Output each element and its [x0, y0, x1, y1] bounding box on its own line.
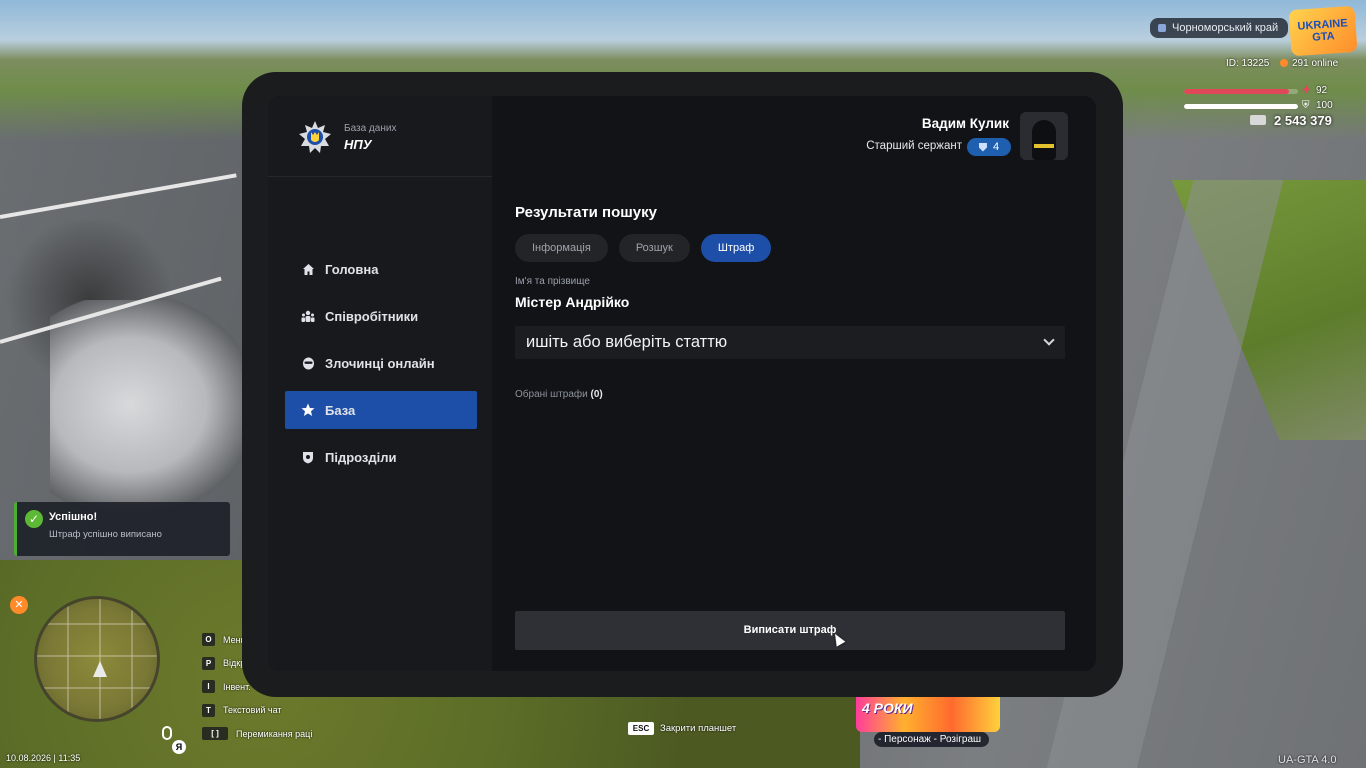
armor-value: 100: [1316, 100, 1333, 111]
selected-fines-count: (0): [590, 389, 603, 400]
sidebar: База даних НПУ Головна Співробітники Зло…: [268, 96, 492, 671]
esc-label: Закрити планшет: [660, 723, 737, 734]
key-cap: O: [202, 633, 215, 647]
logo-line2: GTA: [1311, 30, 1336, 44]
key-label: Інвент.: [223, 681, 251, 692]
health-value: 92: [1316, 85, 1328, 96]
sidebar-item-employees[interactable]: Співробітники: [285, 297, 477, 335]
article-select[interactable]: ишіть або виберіть статтю: [515, 326, 1065, 359]
brand-title: НПУ: [344, 136, 372, 152]
tab-bar: Інформація Розшук Штраф: [515, 234, 782, 262]
keybind-row: T Текстовий чат: [202, 699, 312, 723]
player-id: ID: 13225: [1226, 58, 1270, 69]
user-name: Вадим Кулик: [921, 116, 1009, 131]
sidebar-item-criminals[interactable]: Злочинці онлайн: [285, 344, 477, 382]
check-icon: ✓: [25, 510, 43, 528]
star-icon: [301, 403, 315, 417]
selected-fines-label: Обрані штрафи: [515, 389, 588, 400]
rank-badge: 4: [967, 138, 1011, 156]
avatar-figure: [1032, 120, 1056, 160]
brand-text: База даних НПУ: [344, 123, 396, 152]
online-count: 291 online: [1280, 58, 1338, 69]
rank-shield-icon: [978, 142, 987, 152]
armor-bar-fill: [1184, 104, 1298, 109]
key-cap: [ ]: [202, 727, 228, 741]
health-bar-fill: [1184, 89, 1289, 94]
armor-bar: [1184, 104, 1298, 109]
sidebar-item-label: База: [325, 402, 356, 418]
tab-fine[interactable]: Штраф: [700, 234, 772, 262]
promo-caption: - Персонаж - Розіграш: [874, 732, 990, 747]
selected-fines: Обрані штрафи (0): [515, 389, 603, 400]
sidebar-item-label: Співробітники: [325, 308, 419, 324]
shield-icon: [301, 450, 315, 464]
keybind-row: [ ] Перемикання раці: [202, 722, 312, 746]
chevron-down-icon: [1043, 334, 1055, 346]
tab-info[interactable]: Інформація: [515, 234, 608, 262]
success-toast: ✓ Успішно! Штраф успішно виписано: [14, 502, 230, 556]
armor-icon: ⛨: [1302, 100, 1310, 111]
game-version: UA-GTA 4.0: [1278, 754, 1337, 766]
language-badge: Я: [172, 740, 186, 754]
police-badge-icon: [298, 120, 332, 154]
brand-subtitle: База даних: [344, 122, 397, 134]
sidebar-item-database[interactable]: База: [285, 391, 477, 429]
article-select-text: ишіть або виберіть статтю: [526, 333, 728, 351]
mask-icon: [301, 356, 315, 370]
money-display: 2 543 379: [1250, 113, 1332, 128]
health-bar: [1184, 89, 1298, 94]
page-title: Результати пошуку: [515, 204, 657, 221]
sidebar-item-home[interactable]: Головна: [285, 250, 477, 288]
sidebar-item-label: Злочинці онлайн: [325, 355, 435, 371]
region-label: Чорноморський край: [1150, 18, 1289, 38]
home-icon: [301, 262, 315, 276]
key-cap: T: [202, 703, 215, 717]
sidebar-item-label: Підрозділи: [325, 449, 397, 465]
tablet-screen: База даних НПУ Головна Співробітники Зло…: [268, 96, 1096, 671]
player-arrow-icon: [93, 661, 107, 677]
brand: База даних НПУ: [298, 120, 396, 154]
toast-title: Успішно!: [49, 511, 98, 523]
car: [50, 300, 250, 510]
minimap: [34, 596, 160, 722]
datetime: 10.08.2026 | 11:35: [6, 753, 81, 763]
user-rank: Старший сержант: [866, 140, 962, 152]
rank-level: 4: [992, 141, 1000, 153]
sidebar-item-label: Головна: [325, 261, 379, 277]
esc-hint: ESC Закрити планшет: [628, 722, 736, 735]
microphone-icon: [162, 726, 172, 740]
name-value: Містер Андрійко: [515, 294, 630, 310]
issue-fine-button[interactable]: Виписати штраф: [515, 611, 1065, 650]
tab-wanted[interactable]: Розшук: [618, 234, 690, 262]
key-cap: I: [202, 680, 215, 694]
sidebar-nav: Головна Співробітники Злочинці онлайн Ба…: [285, 250, 477, 485]
key-label: Текстовий чат: [223, 705, 282, 716]
users-icon: [301, 309, 315, 323]
sidebar-divider: [268, 176, 492, 177]
avatar: [1020, 112, 1068, 160]
toast-text: Штраф успішно виписано: [49, 529, 162, 540]
name-label: Ім'я та прізвище: [515, 276, 590, 287]
promo-banner[interactable]: 4 РОКИ: [856, 692, 1000, 732]
key-label: Перемикання раці: [236, 728, 313, 739]
close-icon[interactable]: ✕: [10, 596, 28, 614]
cash-icon: [1250, 115, 1266, 125]
key-cap: P: [202, 656, 215, 670]
money-value: 2 543 379: [1274, 113, 1332, 128]
road-marking: [0, 173, 237, 219]
avatar-stripe: [1034, 144, 1054, 148]
server-logo: UKRAINE GTA: [1288, 5, 1358, 57]
main-panel: Вадим Кулик Старший сержант 4 Результати…: [492, 96, 1096, 671]
promo-text: 4 РОКИ: [862, 700, 913, 716]
sidebar-item-units[interactable]: Підрозділи: [285, 438, 477, 476]
esc-key: ESC: [628, 722, 654, 735]
health-icon: ✚: [1302, 85, 1311, 96]
